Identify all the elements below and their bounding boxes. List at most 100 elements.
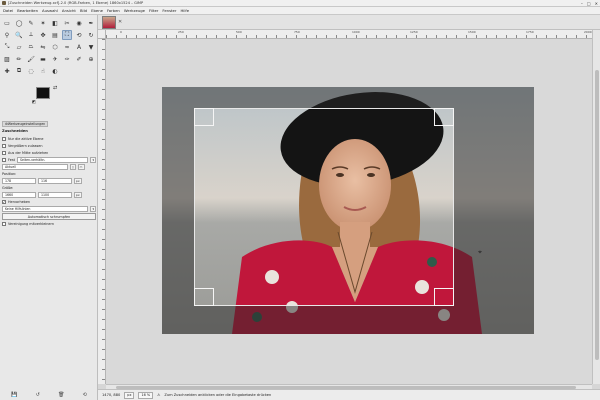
guides-select[interactable]: Keine Hilfslinien bbox=[2, 205, 89, 212]
save-options-icon[interactable]: 💾 bbox=[11, 392, 17, 398]
vertical-ruler[interactable] bbox=[98, 39, 106, 384]
checkbox[interactable] bbox=[2, 143, 6, 148]
paintbrush-icon[interactable]: 🖌 bbox=[26, 54, 36, 64]
foreground-color-swatch[interactable] bbox=[36, 87, 50, 99]
size-height-field[interactable]: 1100 bbox=[38, 191, 72, 198]
checkbox[interactable] bbox=[2, 221, 6, 226]
horizontal-ruler[interactable]: 0 250 500 750 1000 1250 1500 1750 2000 bbox=[106, 30, 592, 39]
crop-handle-top-left[interactable] bbox=[194, 108, 214, 126]
option-allow-growing[interactable]: Vergrößern zulassen bbox=[2, 142, 96, 149]
image-canvas[interactable] bbox=[162, 87, 534, 334]
ellipse-select-icon[interactable]: ◯ bbox=[14, 18, 24, 28]
menu-tools[interactable]: Werkzeuge bbox=[124, 8, 145, 13]
status-unit-select[interactable]: px bbox=[124, 391, 135, 399]
fixed-checkbox[interactable] bbox=[2, 157, 6, 162]
menu-filters[interactable]: Filter bbox=[149, 8, 158, 13]
size-width-field[interactable]: 1660 bbox=[2, 191, 36, 198]
eraser-icon[interactable]: ▬ bbox=[38, 54, 48, 64]
vertical-scroll-thumb[interactable] bbox=[595, 70, 599, 360]
blur-icon[interactable]: ◌ bbox=[26, 66, 36, 76]
color-picker-icon[interactable]: ⚲ bbox=[2, 30, 12, 40]
menu-help[interactable]: Hilfe bbox=[180, 8, 189, 13]
fixed-mode-select[interactable]: Seiten-verhältn. bbox=[16, 156, 89, 163]
heal-icon[interactable]: ✚ bbox=[2, 66, 12, 76]
delete-options-icon[interactable]: 🗑 bbox=[58, 392, 64, 398]
menu-select[interactable]: Auswahl bbox=[42, 8, 58, 13]
default-colors-icon[interactable]: ◩ bbox=[32, 99, 36, 104]
menu-layer[interactable]: Ebene bbox=[91, 8, 103, 13]
menu-windows[interactable]: Fenster bbox=[162, 8, 176, 13]
crop-handle-top-right[interactable] bbox=[434, 108, 454, 126]
landscape-icon[interactable]: ▭ bbox=[77, 163, 85, 170]
chevron-down-icon[interactable]: ▾ bbox=[90, 156, 96, 163]
text-icon[interactable]: A bbox=[74, 42, 84, 52]
checkbox[interactable] bbox=[2, 150, 6, 155]
menu-edit[interactable]: Bearbeiten bbox=[17, 8, 38, 13]
option-shrink-merged[interactable]: Vereinigung mitverkleinern bbox=[2, 220, 96, 227]
pencil-icon[interactable]: ✏ bbox=[14, 54, 24, 64]
aspect-ratio-field[interactable]: Aktuell bbox=[2, 163, 68, 170]
align-icon[interactable]: ▤ bbox=[50, 30, 60, 40]
canvas-area[interactable]: ⌖ bbox=[106, 39, 592, 384]
free-select-icon[interactable]: ✎ bbox=[26, 18, 36, 28]
option-expand-from-center[interactable]: Aus der Mitte aufziehen bbox=[2, 149, 96, 156]
menu-image[interactable]: Bild bbox=[80, 8, 87, 13]
vertical-scrollbar[interactable] bbox=[592, 30, 600, 384]
chevron-down-icon[interactable]: ▾ bbox=[90, 205, 96, 212]
perspective-clone-icon[interactable]: ⧉ bbox=[14, 66, 24, 76]
foreground-select-icon[interactable]: ◉ bbox=[74, 18, 84, 28]
option-only-active-layer[interactable]: Nur die aktive Ebene bbox=[2, 135, 96, 142]
size-unit-select[interactable]: px bbox=[74, 191, 82, 198]
airbrush-icon[interactable]: ✈ bbox=[50, 54, 60, 64]
menu-colors[interactable]: Farben bbox=[107, 8, 120, 13]
position-x-field[interactable]: 178 bbox=[2, 177, 36, 184]
crop-rectangle[interactable] bbox=[194, 108, 454, 306]
close-icon[interactable]: ✕ bbox=[595, 1, 598, 6]
crop-icon[interactable]: ⛶ bbox=[62, 30, 72, 40]
measure-icon[interactable]: ⟂ bbox=[26, 30, 36, 40]
clone-icon[interactable]: ⊕ bbox=[86, 54, 96, 64]
crop-handle-bottom-right[interactable] bbox=[434, 288, 454, 306]
tab-tool-options[interactable]: ⚙ Werkzeugeinstellungen bbox=[2, 120, 49, 127]
checkbox[interactable] bbox=[2, 136, 6, 141]
zoom-icon[interactable]: 🔍 bbox=[14, 30, 24, 40]
ruler-corner[interactable] bbox=[98, 30, 106, 39]
position-y-field[interactable]: 116 bbox=[38, 177, 72, 184]
flip-icon[interactable]: ⇋ bbox=[38, 42, 48, 52]
reset-options-icon[interactable]: ⟲ bbox=[83, 392, 87, 398]
rect-select-icon[interactable]: ▭ bbox=[2, 18, 12, 28]
smudge-icon[interactable]: ☝ bbox=[38, 66, 48, 76]
blend-icon[interactable]: ▨ bbox=[2, 54, 12, 64]
scissors-select-icon[interactable]: ✂ bbox=[62, 18, 72, 28]
maximize-icon[interactable]: □ bbox=[587, 1, 591, 6]
paths-icon[interactable]: ✒ bbox=[86, 18, 96, 28]
position-unit-select[interactable]: px bbox=[74, 177, 82, 184]
scale-icon[interactable]: ⤡ bbox=[2, 42, 12, 52]
rotate-icon[interactable]: ↻ bbox=[86, 30, 96, 40]
checkbox[interactable]: ✓ bbox=[2, 199, 6, 204]
zoom-select[interactable]: 16 % bbox=[138, 391, 154, 399]
move-icon[interactable]: ✥ bbox=[38, 30, 48, 40]
shear-icon[interactable]: ▱ bbox=[14, 42, 24, 52]
cage-icon[interactable]: ⬡ bbox=[50, 42, 60, 52]
perspective-icon[interactable]: ⏢ bbox=[26, 42, 36, 52]
menu-view[interactable]: Ansicht bbox=[62, 8, 76, 13]
color-select-icon[interactable]: ◧ bbox=[50, 18, 60, 28]
menu-file[interactable]: Datei bbox=[3, 8, 13, 13]
restore-options-icon[interactable]: ↺ bbox=[36, 392, 40, 398]
warp-icon[interactable]: ≈ bbox=[62, 42, 72, 52]
auto-shrink-button[interactable]: Automatisch schrumpfen bbox=[2, 213, 96, 220]
close-image-icon[interactable]: ✕ bbox=[118, 19, 122, 25]
option-highlight[interactable]: ✓ Hervorheben bbox=[2, 198, 96, 205]
swap-colors-icon[interactable]: ⇄ bbox=[53, 85, 57, 91]
mypaint-brush-icon[interactable]: ✐ bbox=[74, 54, 84, 64]
minimize-icon[interactable]: – bbox=[581, 1, 583, 6]
bucket-fill-icon[interactable]: ▼ bbox=[86, 42, 96, 52]
portrait-icon[interactable]: ▯ bbox=[70, 163, 76, 170]
ink-icon[interactable]: ✑ bbox=[62, 54, 72, 64]
unified-transform-icon[interactable]: ⟲ bbox=[74, 30, 84, 40]
dodge-burn-icon[interactable]: ◐ bbox=[50, 66, 60, 76]
crop-handle-bottom-left[interactable] bbox=[194, 288, 214, 306]
image-tab-thumbnail[interactable] bbox=[102, 16, 116, 29]
fuzzy-select-icon[interactable]: ✶ bbox=[38, 18, 48, 28]
